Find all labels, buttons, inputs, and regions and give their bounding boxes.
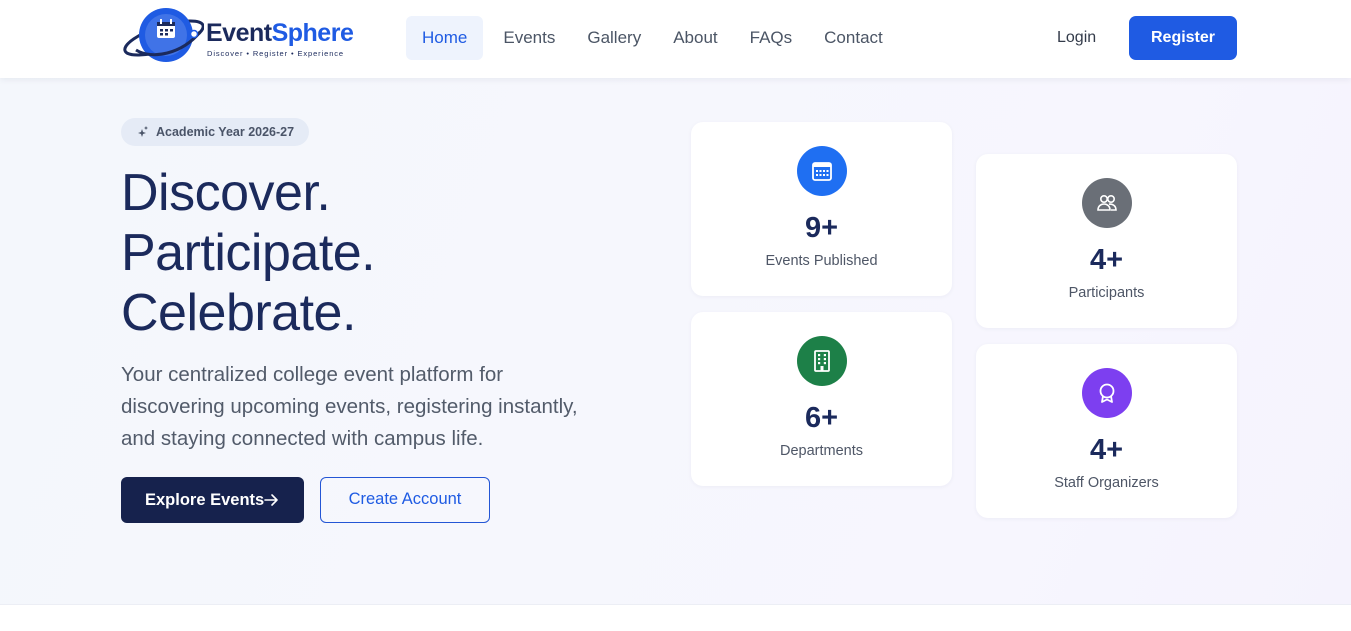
stat-card-events: 9+ Events Published [691, 122, 952, 296]
nav-link-gallery[interactable]: Gallery [571, 16, 657, 60]
brand-name: EventSphere [206, 19, 354, 48]
stat-value: 9+ [804, 212, 839, 244]
stat-icon-bg [797, 336, 847, 386]
users-icon [1097, 195, 1117, 211]
navbar: EventSphere Discover • Register • Experi… [0, 0, 1351, 78]
headline-line-3: Celebrate. [121, 284, 356, 342]
arrow-right-icon [264, 494, 278, 506]
headline-line-2: Participate. [121, 224, 376, 282]
stat-label: Participants [1068, 285, 1145, 301]
explore-events-button[interactable]: Explore Events [121, 477, 304, 523]
login-link[interactable]: Login [1040, 16, 1113, 60]
stat-value: 4+ [1089, 244, 1124, 276]
stat-label: Staff Organizers [1054, 475, 1159, 491]
nav-link-contact[interactable]: Contact [808, 16, 899, 60]
stat-icon-bg [1082, 368, 1132, 418]
nav-link-home[interactable]: Home [406, 16, 484, 60]
stat-card-participants: 4+ Participants [976, 154, 1237, 328]
academic-year-badge: Academic Year 2026-27 [121, 118, 310, 146]
stat-value: 4+ [1089, 434, 1124, 466]
hero-subtext: Your centralized college event platform … [121, 363, 578, 450]
calendar-icon [812, 162, 832, 181]
hero-headline: Discover. Participate. Celebrate. [121, 163, 376, 343]
sparkle-icon [138, 126, 148, 137]
nav-link-events[interactable]: Events [487, 16, 571, 60]
explore-events-label: Explore Events [145, 491, 265, 509]
create-account-button[interactable]: Create Account [320, 477, 490, 523]
brand-logo[interactable]: EventSphere Discover • Register • Experi… [122, 4, 372, 68]
stat-icon-bg [797, 146, 847, 196]
register-button[interactable]: Register [1129, 16, 1237, 60]
stat-icon-bg [1082, 178, 1132, 228]
stat-label: Events Published [765, 253, 878, 269]
academic-year-text: Academic Year 2026-27 [156, 125, 295, 139]
brand-name-part2: Sphere [271, 19, 354, 47]
building-icon [814, 350, 830, 372]
nav-link-about[interactable]: About [657, 16, 733, 60]
stat-label: Departments [779, 443, 863, 459]
logo-globe-icon [123, 8, 204, 62]
nav-links: Home Events Gallery About FAQs Contact [406, 16, 899, 60]
stat-card-staff-organizers: 4+ Staff Organizers [976, 344, 1237, 518]
stat-value: 6+ [804, 402, 839, 434]
brand-tagline: Discover • Register • Experience [207, 49, 345, 58]
award-icon [1099, 383, 1115, 403]
nav-link-faqs[interactable]: FAQs [734, 16, 809, 60]
headline-line-1: Discover. [121, 164, 331, 222]
stat-card-departments: 6+ Departments [691, 312, 952, 486]
section-divider [0, 604, 1351, 605]
brand-name-part1: Event [206, 19, 272, 47]
